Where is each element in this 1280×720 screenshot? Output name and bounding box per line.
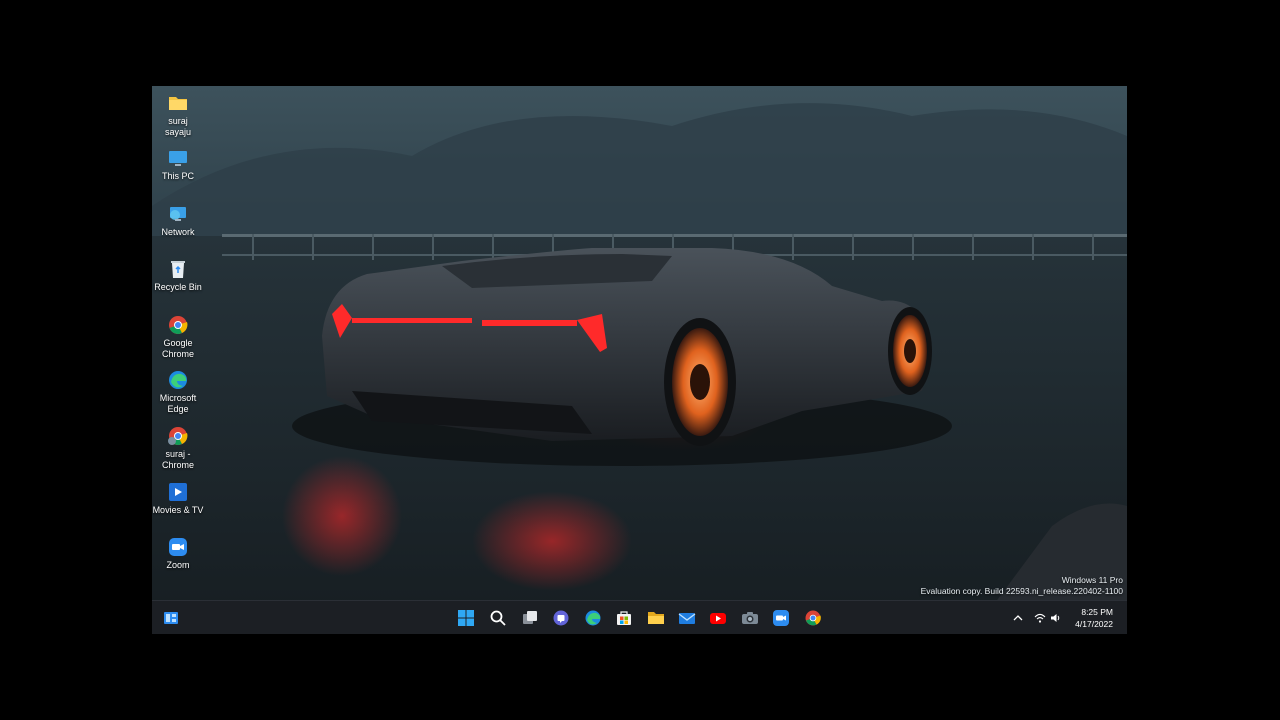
desktop-screen: suraj sayaju This PC Network Recycle Bin… xyxy=(152,86,1127,634)
file-explorer-button[interactable] xyxy=(646,608,666,628)
desktop-icon-network[interactable]: Network xyxy=(154,203,202,238)
file-explorer-icon xyxy=(648,612,664,624)
start-icon xyxy=(458,610,474,626)
desktop-icon-label: suraj sayaju xyxy=(164,116,191,137)
desktop-icon-label: Movies & TV xyxy=(152,505,204,515)
edge-icon xyxy=(585,610,601,626)
teams-chat-button[interactable] xyxy=(551,608,571,628)
zoom-icon xyxy=(167,536,189,558)
desktop-icon-google-chrome[interactable]: Google Chrome xyxy=(154,314,202,359)
desktop-icon-label: suraj - Chrome xyxy=(161,449,194,470)
movies-tv-icon xyxy=(167,481,189,503)
desktop-icon-this-pc[interactable]: This PC xyxy=(154,147,202,182)
wallpaper-car-image xyxy=(152,86,1127,634)
task-view-icon xyxy=(523,611,537,624)
camera-button[interactable] xyxy=(740,608,760,628)
camera-icon xyxy=(742,612,758,624)
taskbar-zoom-button[interactable] xyxy=(771,608,791,628)
folder-icon xyxy=(167,92,189,114)
youtube-button[interactable] xyxy=(708,608,728,628)
watermark-build: Evaluation copy. Build 22593.ni_release.… xyxy=(920,586,1123,596)
microsoft-store-button[interactable] xyxy=(614,608,634,628)
start-button[interactable] xyxy=(456,608,476,628)
taskbar-chrome-button[interactable] xyxy=(803,608,823,628)
network-status-button[interactable] xyxy=(1033,611,1047,625)
desktop-icon-label: Recycle Bin xyxy=(154,282,202,292)
chrome-icon xyxy=(167,314,189,336)
desktop-icon-label: Microsoft Edge xyxy=(159,393,197,414)
search-button[interactable] xyxy=(488,608,508,628)
desktop-icon-suraj-chrome[interactable]: suraj - Chrome xyxy=(154,425,202,470)
desktop-icon-label: Network xyxy=(161,227,195,237)
desktop-icon-label: Google Chrome xyxy=(161,338,194,359)
taskbar: 8:25 PM 4/17/2022 xyxy=(152,600,1127,634)
recycle-bin-icon xyxy=(167,258,189,280)
desktop-icon-user-folder[interactable]: suraj sayaju xyxy=(154,92,202,137)
wifi-icon xyxy=(1034,613,1046,623)
chrome-icon xyxy=(805,610,821,626)
teams-chat-icon xyxy=(553,610,569,626)
network-icon xyxy=(167,203,189,225)
desktop-icon-label: Zoom xyxy=(166,560,190,570)
widgets-button[interactable] xyxy=(161,608,181,628)
task-view-button[interactable] xyxy=(520,608,540,628)
desktop-icon-zoom[interactable]: Zoom xyxy=(154,536,202,571)
desktop-icon-label: This PC xyxy=(161,171,194,181)
zoom-icon xyxy=(773,610,789,626)
desktop-icon-recycle-bin[interactable]: Recycle Bin xyxy=(154,258,202,293)
chevron-up-icon xyxy=(1013,615,1023,621)
edge-icon xyxy=(167,369,189,391)
show-hidden-icons-button[interactable] xyxy=(1011,611,1025,625)
windows-watermark: Windows 11 Pro Evaluation copy. Build 22… xyxy=(921,575,1123,597)
volume-button[interactable] xyxy=(1049,611,1063,625)
youtube-icon xyxy=(710,613,726,624)
taskbar-edge-button[interactable] xyxy=(583,608,603,628)
search-icon xyxy=(490,610,506,626)
widgets-icon xyxy=(164,612,178,624)
watermark-edition: Windows 11 Pro xyxy=(1061,575,1123,585)
clock-date: 4/17/2022 xyxy=(1075,619,1113,629)
monitor-icon xyxy=(167,147,189,169)
desktop-icon-movies-tv[interactable]: Movies & TV xyxy=(153,481,203,516)
desktop-icon-microsoft-edge[interactable]: Microsoft Edge xyxy=(154,369,202,414)
volume-icon xyxy=(1051,614,1060,622)
chrome-profile-icon xyxy=(167,425,189,447)
store-icon xyxy=(617,611,631,625)
mail-button[interactable] xyxy=(677,608,697,628)
mail-icon xyxy=(678,613,696,624)
clock-button[interactable]: 8:25 PM 4/17/2022 xyxy=(1063,606,1113,630)
clock-time: 8:25 PM xyxy=(1081,607,1113,617)
